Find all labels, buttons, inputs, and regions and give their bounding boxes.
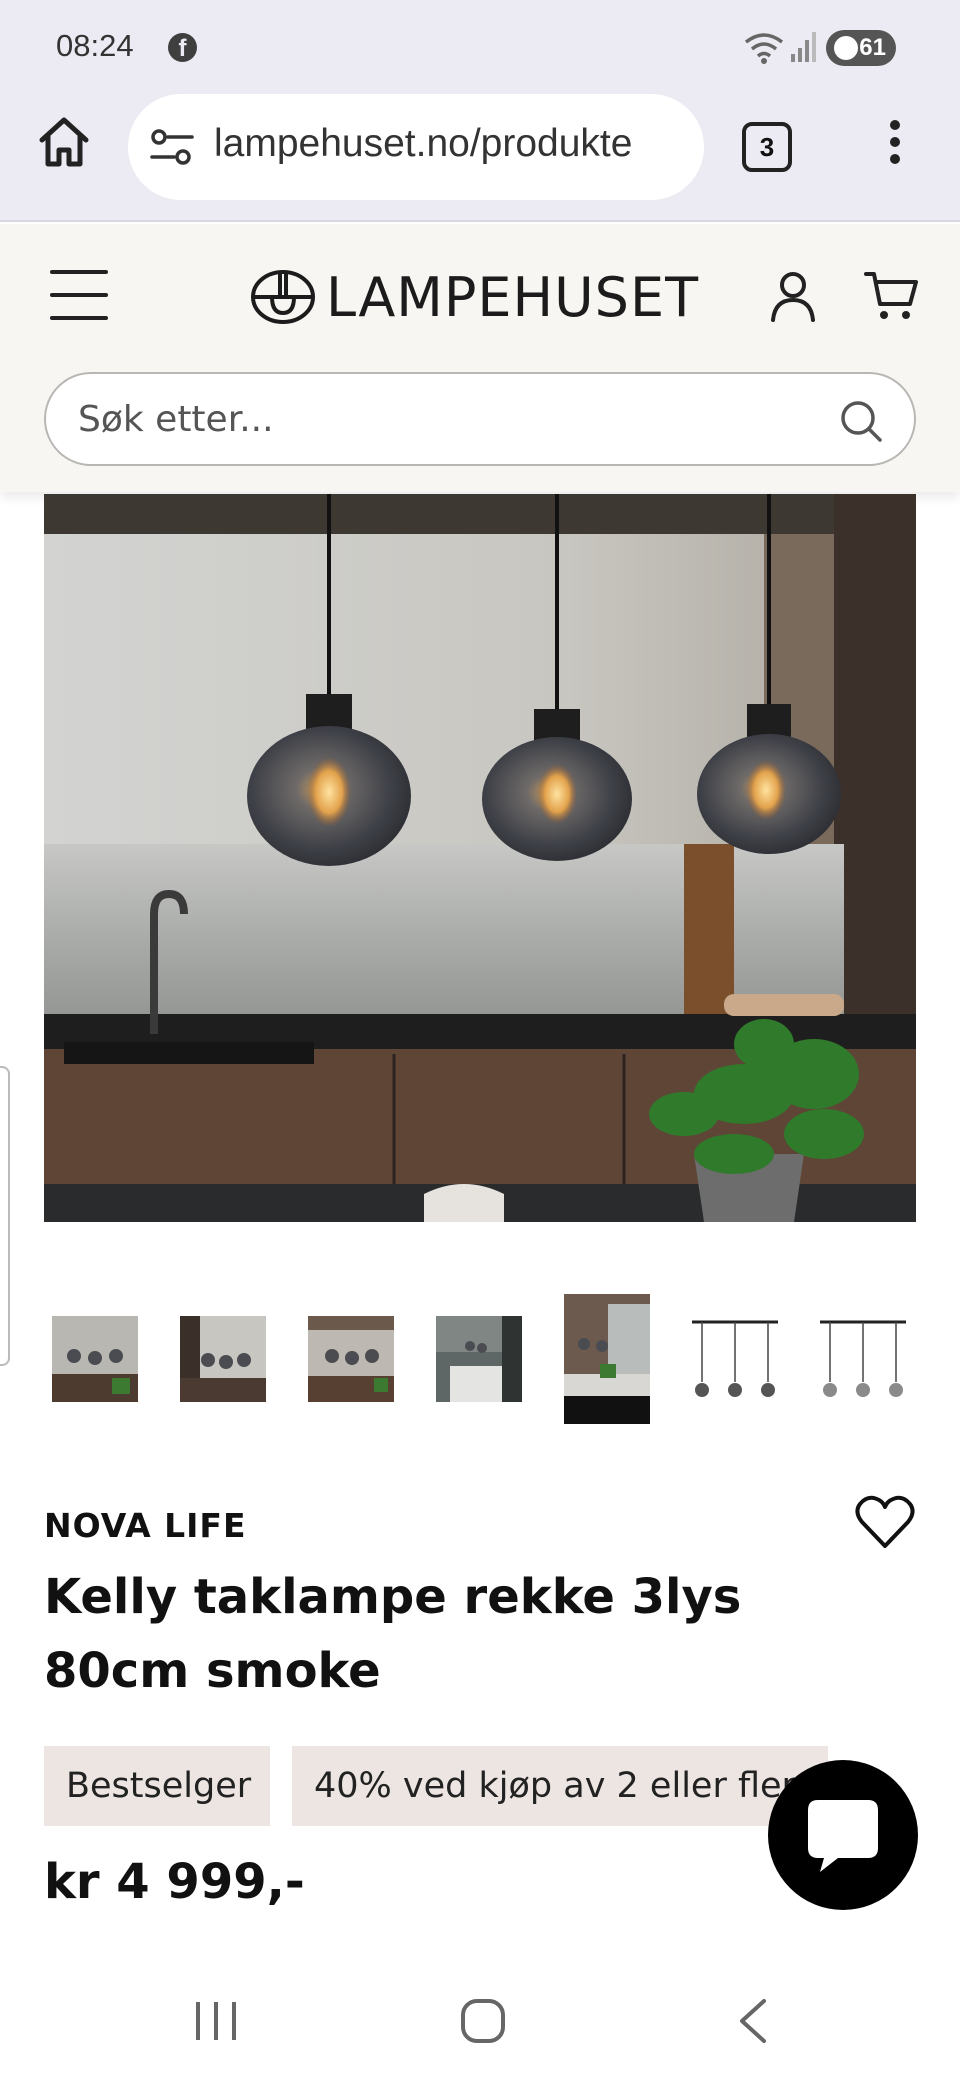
status-time: 08:24 xyxy=(56,28,134,63)
logo-mark-icon xyxy=(251,270,315,324)
chat-bubble-icon xyxy=(808,1800,878,1872)
product-price: kr 4 999,- xyxy=(44,1854,305,1910)
site-settings-icon[interactable] xyxy=(150,128,194,166)
facebook-icon: f xyxy=(168,33,197,62)
product-brand[interactable]: NOVA LIFE xyxy=(44,1506,247,1545)
site-header: LAMPEHUSET xyxy=(0,224,960,492)
thumbnail-5-selected[interactable] xyxy=(564,1294,650,1424)
recent-apps-icon[interactable] xyxy=(194,1998,238,2044)
search-input[interactable] xyxy=(78,374,798,464)
search-bar[interactable] xyxy=(44,372,916,466)
home-button-icon[interactable] xyxy=(460,1998,506,2044)
discount-badge: 40% ved kjøp av 2 eller flere xyxy=(292,1746,828,1826)
cart-icon[interactable] xyxy=(864,270,920,322)
url-text: lampehuset.no/produkte xyxy=(214,122,633,165)
thumbnail-6[interactable] xyxy=(692,1316,778,1402)
back-icon[interactable] xyxy=(736,1998,768,2044)
thumbnail-1[interactable] xyxy=(52,1316,138,1402)
hamburger-menu-icon[interactable] xyxy=(50,270,108,320)
heart-icon[interactable] xyxy=(854,1494,916,1550)
site-logo[interactable]: LAMPEHUSET xyxy=(250,262,699,332)
product-title: Kelly taklampe rekke 3lys 80cm smoke xyxy=(44,1569,742,1699)
thumbnail-4[interactable] xyxy=(436,1316,522,1402)
bestseller-badge: Bestselger xyxy=(44,1746,270,1826)
product-main-image[interactable] xyxy=(44,494,916,1222)
chat-button[interactable] xyxy=(768,1760,918,1910)
address-bar[interactable]: lampehuset.no/produkte xyxy=(128,94,704,200)
wifi-icon xyxy=(744,33,784,64)
thumbnail-7[interactable] xyxy=(820,1316,906,1402)
search-icon[interactable] xyxy=(838,398,884,444)
browser-toolbar: lampehuset.no/produkte 3 xyxy=(0,92,960,222)
system-nav-bar xyxy=(0,1964,960,2080)
battery-saver-icon xyxy=(834,36,858,60)
account-icon[interactable] xyxy=(770,270,816,322)
side-drawer-handle[interactable] xyxy=(0,1066,10,1366)
tab-switcher-button[interactable]: 3 xyxy=(742,122,792,172)
battery-level: 61 xyxy=(859,34,886,61)
thumbnail-strip xyxy=(44,1294,916,1424)
logo-text: LAMPEHUSET xyxy=(326,265,700,329)
signal-icon xyxy=(791,32,816,62)
pendant-lamp-photo xyxy=(44,494,916,1222)
status-bar: 08:24 f 61 xyxy=(0,0,960,92)
battery-indicator: 61 xyxy=(826,30,896,66)
thumbnail-2[interactable] xyxy=(180,1316,266,1402)
browser-menu-icon[interactable] xyxy=(880,120,910,172)
thumbnail-3[interactable] xyxy=(308,1316,394,1402)
home-icon[interactable] xyxy=(36,114,92,170)
